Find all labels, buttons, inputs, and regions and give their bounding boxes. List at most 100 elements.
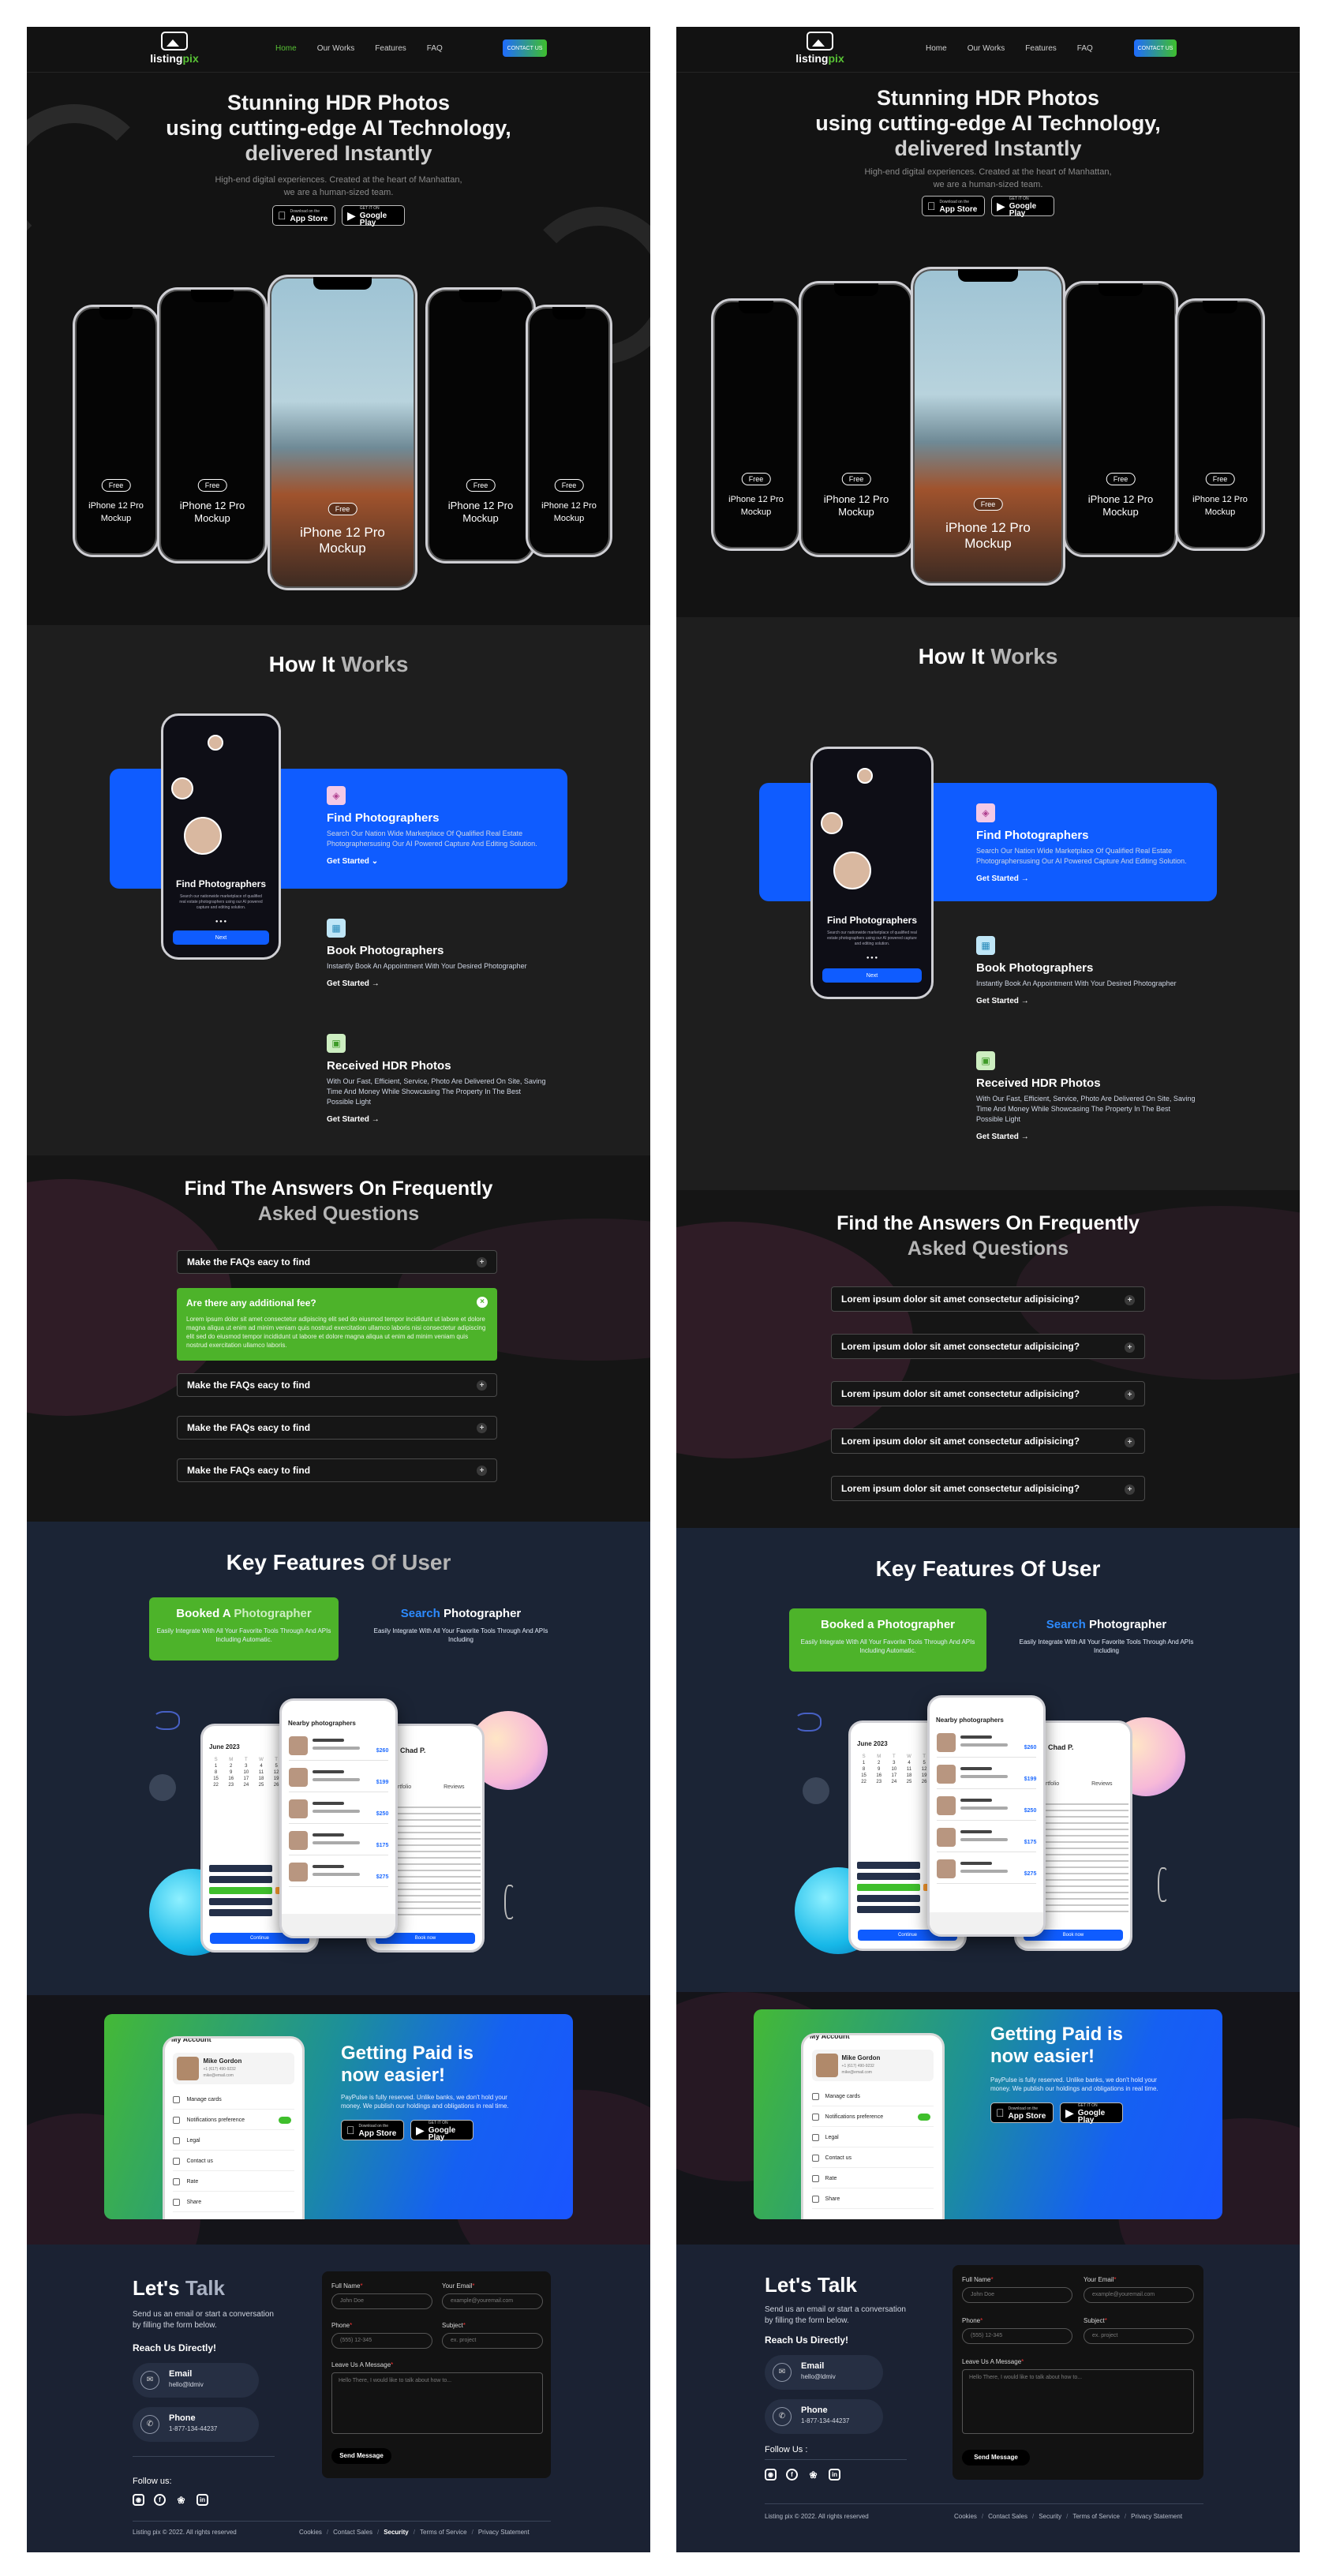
calendar-day[interactable]: 1 bbox=[209, 1764, 223, 1769]
list-item[interactable]: $260 bbox=[288, 1732, 389, 1761]
footer-link[interactable]: Terms of Service bbox=[1072, 2513, 1120, 2520]
list-item[interactable]: $250 bbox=[936, 1792, 1037, 1821]
app-store-button[interactable]: Download on theApp Store bbox=[341, 2120, 404, 2140]
footer-link[interactable]: Contact Sales bbox=[333, 2529, 372, 2536]
notification-toggle[interactable] bbox=[918, 2114, 931, 2121]
tab-search-photographer[interactable]: Search Photographer Easily Integrate Wit… bbox=[366, 1597, 556, 1661]
calendar-day[interactable]: 1 bbox=[857, 1761, 870, 1765]
phone-contact[interactable]: ✆ Phone 1-877-134-44237 bbox=[765, 2399, 883, 2434]
instagram-icon[interactable]: ◉ bbox=[765, 2469, 777, 2481]
google-play-button[interactable]: ▶ GET IT ON Google Play bbox=[342, 205, 405, 227]
contact-us-button[interactable]: CONTACT US bbox=[1134, 39, 1177, 57]
message-textarea[interactable]: Hello There, I would like to talk about … bbox=[962, 2369, 1194, 2434]
nav-link-faq[interactable]: FAQ bbox=[1077, 44, 1093, 53]
logo[interactable]: listingpix bbox=[795, 32, 845, 68]
google-play-button[interactable]: ▶ GET IT ON Google Play bbox=[991, 196, 1054, 217]
nav-link-our-works[interactable]: Our Works bbox=[968, 44, 1005, 53]
calendar-day[interactable]: 24 bbox=[239, 1783, 253, 1788]
email-input[interactable]: example@youremail.com bbox=[1084, 2287, 1194, 2303]
nav-link-features[interactable]: Features bbox=[1025, 44, 1056, 53]
twitter-icon[interactable]: ❀ bbox=[807, 2469, 819, 2481]
list-item[interactable]: $175 bbox=[288, 1827, 389, 1855]
contact-us-button[interactable]: CONTACT US bbox=[503, 39, 547, 57]
menu-item[interactable]: Manage cards bbox=[811, 2087, 934, 2106]
full-name-input[interactable]: John Doe bbox=[962, 2287, 1072, 2303]
calendar-day[interactable]: 24 bbox=[887, 1780, 900, 1784]
faq-item[interactable]: Make the FAQs eacy to find + bbox=[177, 1373, 497, 1397]
menu-item[interactable]: Share bbox=[811, 2190, 934, 2209]
calendar-day[interactable]: 23 bbox=[872, 1780, 885, 1784]
close-icon[interactable]: × bbox=[477, 1297, 488, 1308]
footer-link[interactable]: Contact Sales bbox=[988, 2513, 1027, 2520]
calendar-day[interactable]: 4 bbox=[254, 1764, 268, 1769]
calendar-day[interactable]: 11 bbox=[254, 1770, 268, 1775]
menu-item[interactable]: Share bbox=[173, 2193, 294, 2212]
subject-input[interactable]: ex. project bbox=[442, 2333, 543, 2349]
tab-reviews[interactable]: Reviews bbox=[444, 1784, 464, 1790]
calendar-day[interactable]: 2 bbox=[872, 1761, 885, 1765]
menu-item[interactable]: Rate bbox=[811, 2170, 934, 2188]
menu-item[interactable]: Contact us bbox=[811, 2149, 934, 2168]
menu-item[interactable]: Rate bbox=[173, 2173, 294, 2192]
calendar-day[interactable]: 17 bbox=[239, 1777, 253, 1781]
instagram-icon[interactable]: ◉ bbox=[133, 2494, 144, 2506]
faq-item[interactable]: Make the FAQs eacy to find + bbox=[177, 1416, 497, 1440]
calendar-day[interactable]: 15 bbox=[857, 1773, 870, 1778]
calendar-day[interactable]: 25 bbox=[254, 1783, 268, 1788]
calendar-day[interactable]: 3 bbox=[239, 1764, 253, 1769]
google-play-button[interactable]: ▶ GET IT ON Google Play bbox=[1060, 2102, 1123, 2124]
linkedin-icon[interactable]: in bbox=[829, 2469, 840, 2481]
nav-link-home[interactable]: Home bbox=[926, 44, 947, 53]
footer-link[interactable]: Privacy Statement bbox=[478, 2529, 530, 2536]
app-store-button[interactable]: Download on theApp Store bbox=[990, 2102, 1054, 2123]
faq-item-open[interactable]: Are there any additional fee? Lorem ipsu… bbox=[177, 1288, 497, 1361]
faq-item[interactable]: Lorem ipsum dolor sit amet consectetur a… bbox=[831, 1286, 1145, 1312]
next-button[interactable]: Next bbox=[822, 968, 922, 983]
tab-booked-photographer[interactable]: Booked A Photographer Easily Integrate W… bbox=[149, 1597, 339, 1661]
menu-item[interactable]: Notifications preference bbox=[173, 2111, 294, 2130]
full-name-input[interactable]: John Doe bbox=[331, 2293, 432, 2309]
faq-item[interactable]: Make the FAQs eacy to find + bbox=[177, 1250, 497, 1274]
linkedin-icon[interactable]: in bbox=[197, 2494, 208, 2506]
calendar-day[interactable]: 10 bbox=[887, 1767, 900, 1772]
subject-input[interactable]: ex. project bbox=[1084, 2328, 1194, 2344]
calendar-day[interactable]: 2 bbox=[224, 1764, 238, 1769]
email-contact[interactable]: ✉ Email hello@ldmiv bbox=[133, 2363, 259, 2398]
facebook-icon[interactable]: f bbox=[154, 2494, 166, 2506]
calendar-day[interactable]: 11 bbox=[902, 1767, 915, 1772]
phone-contact[interactable]: ✆ Phone 1-877-134-44237 bbox=[133, 2407, 259, 2442]
calendar-day[interactable]: 8 bbox=[857, 1767, 870, 1772]
get-started-link[interactable]: Get Started ⌄ bbox=[327, 857, 548, 866]
facebook-icon[interactable]: f bbox=[786, 2469, 798, 2481]
calendar-day[interactable]: 22 bbox=[209, 1783, 223, 1788]
get-started-link[interactable]: Get Started → bbox=[327, 1115, 548, 1124]
calendar-day[interactable]: 18 bbox=[254, 1777, 268, 1781]
faq-item[interactable]: Lorem ipsum dolor sit amet consectetur a… bbox=[831, 1381, 1145, 1406]
calendar-day[interactable]: 15 bbox=[209, 1777, 223, 1781]
list-item[interactable]: $199 bbox=[288, 1764, 389, 1792]
calendar-day[interactable]: 25 bbox=[902, 1780, 915, 1784]
get-started-link[interactable]: Get Started → bbox=[976, 1133, 1197, 1141]
footer-link[interactable]: Cookies bbox=[299, 2529, 322, 2536]
google-play-button[interactable]: ▶ GET IT ON Google Play bbox=[410, 2120, 473, 2141]
phone-input[interactable]: (555) 12-345 bbox=[962, 2328, 1072, 2344]
calendar-day[interactable]: 23 bbox=[224, 1783, 238, 1788]
list-item[interactable]: $175 bbox=[936, 1824, 1037, 1852]
calendar-day[interactable]: 18 bbox=[902, 1773, 915, 1778]
app-store-button[interactable]: Download on theApp Store bbox=[922, 196, 985, 216]
faq-item[interactable]: Lorem ipsum dolor sit amet consectetur a… bbox=[831, 1476, 1145, 1501]
get-started-link[interactable]: Get Started → bbox=[327, 979, 548, 988]
menu-item[interactable]: Legal bbox=[173, 2132, 294, 2151]
calendar-day[interactable]: 16 bbox=[224, 1777, 238, 1781]
tab-reviews[interactable]: Reviews bbox=[1091, 1781, 1112, 1787]
app-store-button[interactable]: Download on theApp Store bbox=[272, 205, 335, 226]
faq-item[interactable]: Lorem ipsum dolor sit amet consectetur a… bbox=[831, 1334, 1145, 1359]
calendar-day[interactable]: 16 bbox=[872, 1773, 885, 1778]
menu-item[interactable]: Manage cards bbox=[173, 2091, 294, 2110]
menu-item[interactable]: Contact us bbox=[173, 2152, 294, 2171]
menu-item[interactable]: Notifications preference bbox=[811, 2108, 934, 2127]
notification-toggle[interactable] bbox=[278, 2117, 291, 2124]
nav-link-our-works[interactable]: Our Works bbox=[317, 44, 355, 53]
calendar-day[interactable]: 8 bbox=[209, 1770, 223, 1775]
email-contact[interactable]: ✉ Email hello@ldmiv bbox=[765, 2355, 883, 2390]
